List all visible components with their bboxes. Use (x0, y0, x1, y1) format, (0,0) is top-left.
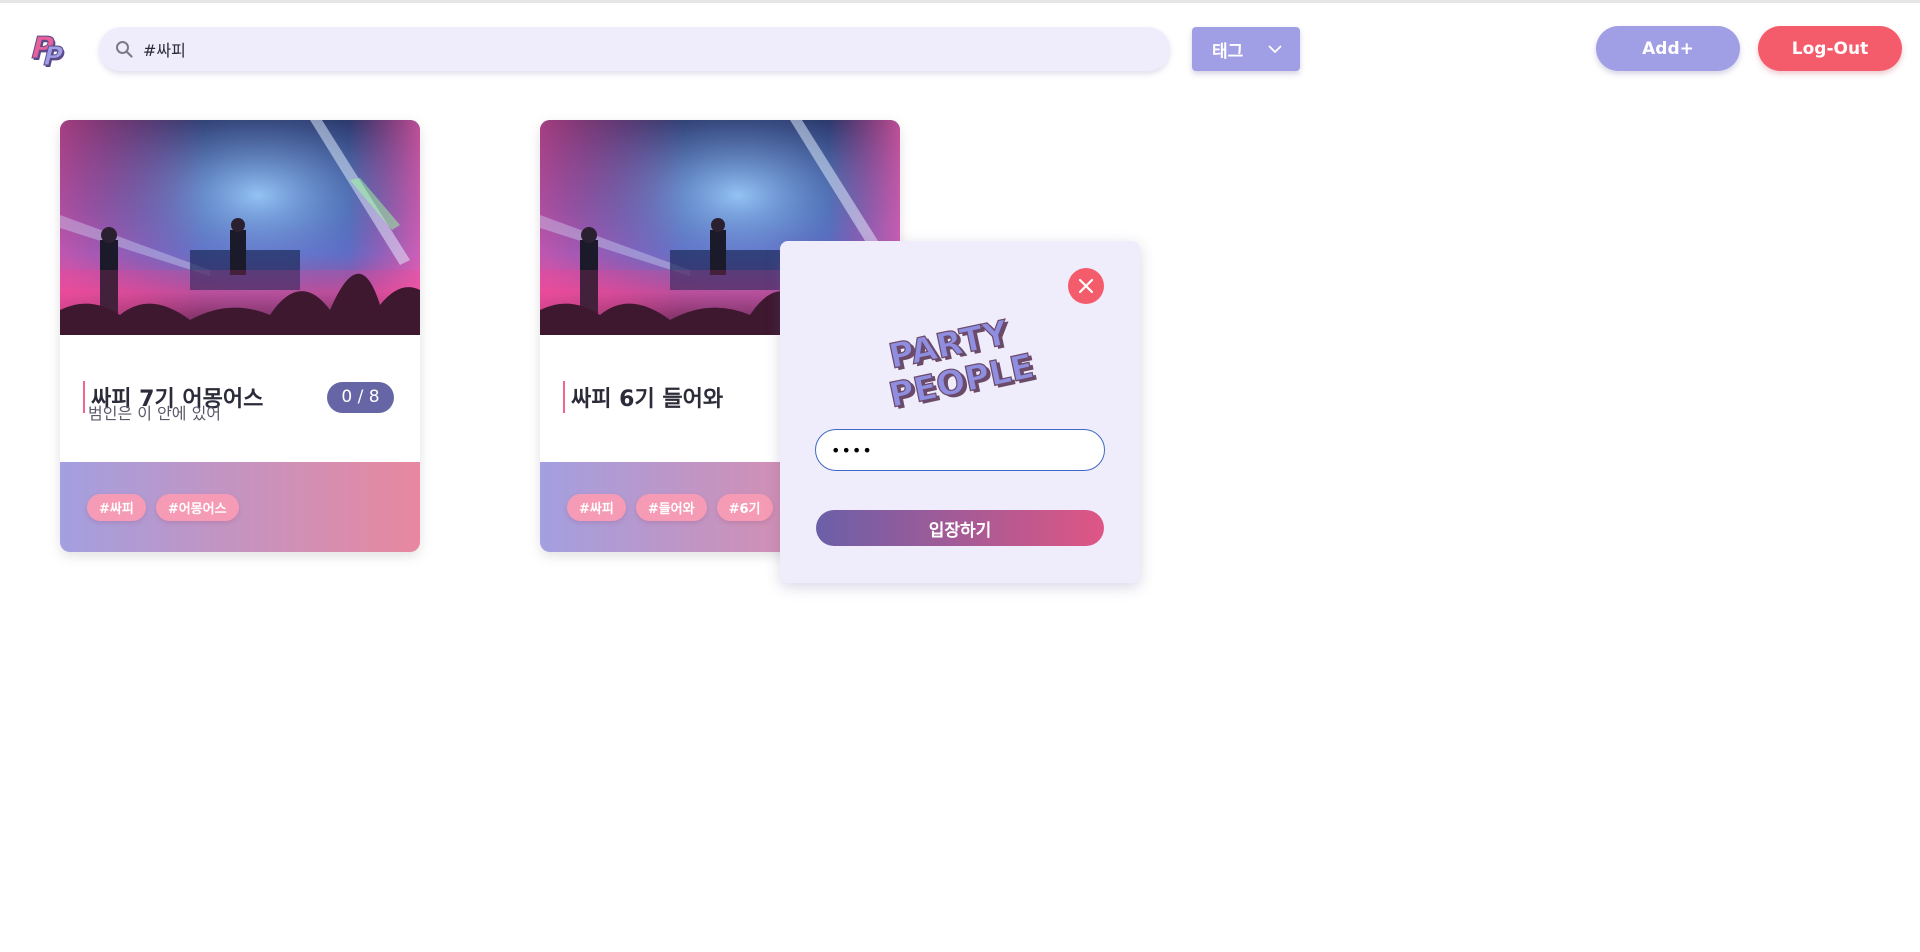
party-people-logo-icon: PARTY PARTY PEOPLE PEOPLE (870, 301, 1050, 418)
tag-chip[interactable]: #싸피 (87, 493, 146, 521)
search-bar[interactable] (99, 27, 1170, 71)
title-accent-bar (563, 381, 565, 413)
room-tags: #싸피 #어몽어스 (60, 462, 420, 552)
close-modal-button[interactable] (1068, 268, 1104, 304)
room-title: 싸피 6기 들어와 (571, 387, 724, 412)
add-room-button[interactable]: Add+ (1596, 26, 1740, 71)
top-border (0, 0, 1920, 3)
logout-button[interactable]: Log-Out (1758, 26, 1902, 71)
tag-chip[interactable]: #싸피 (567, 493, 626, 521)
tag-chip[interactable]: #6기 (716, 493, 773, 521)
title-accent-bar (83, 381, 85, 413)
chevron-down-icon (1268, 44, 1282, 53)
tag-dropdown[interactable]: 태그 (1192, 27, 1300, 71)
search-input[interactable] (143, 39, 1123, 59)
participant-count-badge: 0 / 8 (327, 381, 394, 413)
room-description: 범인은 이 안에 있어 (88, 404, 222, 423)
tag-dropdown-label: 태그 (1212, 41, 1244, 62)
room-thumbnail (60, 120, 420, 335)
password-input[interactable] (815, 429, 1105, 471)
search-icon (116, 41, 133, 58)
tag-chip[interactable]: #들어와 (635, 493, 707, 521)
enter-room-button[interactable]: 입장하기 (816, 510, 1104, 546)
room-card[interactable]: 싸피 7기 어몽어스 0 / 8 범인은 이 안에 있어 #싸피 #어몽어스 (60, 120, 420, 552)
password-modal: PARTY PARTY PEOPLE PEOPLE 입장하기 (780, 241, 1140, 583)
pp-logo-icon[interactable]: P P P P (27, 27, 72, 74)
close-icon (1078, 278, 1094, 294)
tag-chip[interactable]: #어몽어스 (155, 493, 239, 521)
